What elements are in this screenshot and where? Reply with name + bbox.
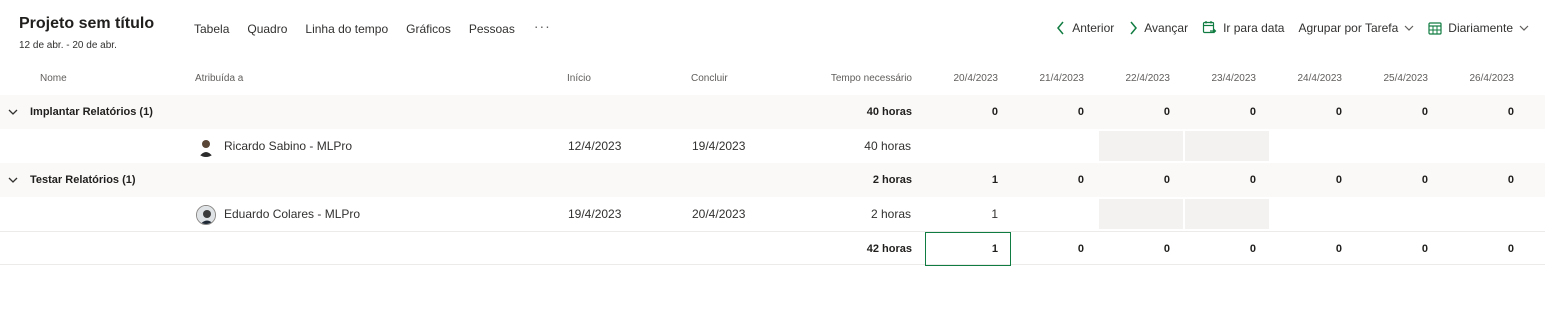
column-header-start[interactable]: Início [567,73,591,84]
finish-date[interactable]: 19/4/2023 [692,129,745,163]
previous-button[interactable]: Anterior [1056,21,1114,35]
column-header-time-needed[interactable]: Tempo necessário [800,73,912,84]
group-row[interactable]: Testar Relatórios (1) 2 horas 1 0 0 0 0 … [0,163,1545,197]
tab-timeline[interactable]: Linha do tempo [305,22,388,36]
assignment-row[interactable]: Eduardo Colares - MLPro 19/4/2023 20/4/2… [0,197,1545,231]
day-cell[interactable] [1176,197,1256,231]
group-by-label: Agrupar por Tarefa [1298,20,1399,35]
group-name: Implantar Relatórios (1) [30,106,153,118]
day-cell[interactable]: 0 [1348,163,1428,197]
day-cell[interactable] [918,129,998,163]
totals-row: 42 horas 1 0 0 0 0 0 0 [0,231,1545,266]
assignee-name[interactable]: Ricardo Sabino - MLPro [224,129,352,163]
chevron-down-icon [1404,25,1414,31]
day-cell[interactable]: 0 [1004,95,1084,129]
day-cell[interactable] [1090,197,1170,231]
day-cell[interactable] [1348,197,1428,231]
column-header-date: 26/4/2023 [1469,73,1515,84]
day-cell[interactable]: 0 [1090,95,1170,129]
day-cell[interactable]: 1 [918,163,998,197]
day-cell[interactable] [1090,129,1170,163]
day-cell[interactable]: 0 [1262,95,1342,129]
day-cell[interactable] [1348,129,1428,163]
total-day-cell[interactable]: 0 [1090,232,1170,266]
view-tabs: Tabela Quadro Linha do tempo Gráficos Pe… [194,18,551,36]
day-cell[interactable] [1004,197,1084,231]
tab-board[interactable]: Quadro [247,22,287,36]
chevron-down-icon[interactable] [8,176,18,184]
previous-label: Anterior [1072,20,1115,35]
total-day-cell[interactable]: 0 [1262,232,1342,266]
time-needed[interactable]: 2 horas [800,197,911,231]
day-cell[interactable] [1262,129,1342,163]
avatar [196,137,216,157]
total-day-cell[interactable]: 0 [1004,232,1084,266]
start-date[interactable]: 19/4/2023 [568,197,621,231]
total-day-cell[interactable]: 1 [918,232,998,266]
day-cell[interactable] [1434,197,1514,231]
toolbar: Anterior Avançar Ir para data Agrupar po… [1042,20,1529,35]
day-cell[interactable]: 0 [1004,163,1084,197]
column-header-assigned[interactable]: Atribuída a [195,73,243,84]
column-header-date: 20/4/2023 [953,73,999,84]
date-range: 12 de abr. - 20 de abr. [19,40,117,51]
chevron-left-icon [1057,21,1064,34]
column-header-date: 21/4/2023 [1039,73,1085,84]
group-total-hours: 40 horas [866,106,912,118]
calendar-icon [1428,21,1442,35]
assignment-row[interactable]: Ricardo Sabino - MLPro 12/4/2023 19/4/20… [0,129,1545,163]
assignee-name[interactable]: Eduardo Colares - MLPro [224,197,360,231]
tab-people[interactable]: Pessoas [469,22,515,36]
next-button[interactable]: Avançar [1128,21,1188,35]
total-day-cell[interactable]: 0 [1434,232,1514,266]
day-cell[interactable] [1004,129,1084,163]
group-name: Testar Relatórios (1) [30,174,136,186]
day-cell[interactable]: 0 [1434,95,1514,129]
tab-table[interactable]: Tabela [194,22,229,36]
chevron-down-icon[interactable] [8,108,18,116]
group-row[interactable]: Implantar Relatórios (1) 40 horas 0 0 0 … [0,95,1545,129]
day-cell[interactable]: 0 [1434,163,1514,197]
column-header-date: 22/4/2023 [1125,73,1171,84]
column-header-date: 24/4/2023 [1297,73,1343,84]
group-by-dropdown[interactable]: Agrupar por Tarefa [1298,21,1414,35]
column-header-date: 25/4/2023 [1383,73,1429,84]
day-cell[interactable]: 0 [1176,95,1256,129]
go-to-date-label: Ir para data [1223,20,1285,35]
view-label: Diariamente [1448,20,1513,35]
day-cell[interactable]: 0 [1176,163,1256,197]
column-header-date: 23/4/2023 [1211,73,1257,84]
chevron-right-icon [1130,21,1138,34]
day-cell[interactable]: 0 [918,95,998,129]
time-needed[interactable]: 40 horas [800,129,911,163]
group-total-hours: 2 horas [872,174,912,186]
avatar [196,205,216,225]
view-dropdown[interactable]: Diariamente [1428,21,1529,35]
day-cell[interactable] [1262,197,1342,231]
day-cell[interactable]: 0 [1262,163,1342,197]
total-day-cell[interactable]: 0 [1348,232,1428,266]
finish-date[interactable]: 20/4/2023 [692,197,745,231]
column-header-name[interactable]: Nome [40,73,67,84]
go-to-date-button[interactable]: Ir para data [1202,20,1284,35]
day-cell[interactable]: 0 [1348,95,1428,129]
page-title[interactable]: Projeto sem título [19,15,154,33]
more-options-icon[interactable]: ··· [534,18,551,34]
column-header-finish[interactable]: Concluir [691,73,728,84]
next-label: Avançar [1144,20,1189,35]
day-cell[interactable] [1434,129,1514,163]
chevron-down-icon [1519,25,1529,31]
calendar-arrow-icon [1202,21,1217,34]
tab-charts[interactable]: Gráficos [406,22,451,36]
day-cell[interactable]: 0 [1090,163,1170,197]
day-cell[interactable]: 1 [918,197,998,231]
start-date[interactable]: 12/4/2023 [568,129,621,163]
grand-total-hours: 42 horas [866,243,912,255]
total-day-cell[interactable]: 0 [1176,232,1256,266]
day-cell[interactable] [1176,129,1256,163]
